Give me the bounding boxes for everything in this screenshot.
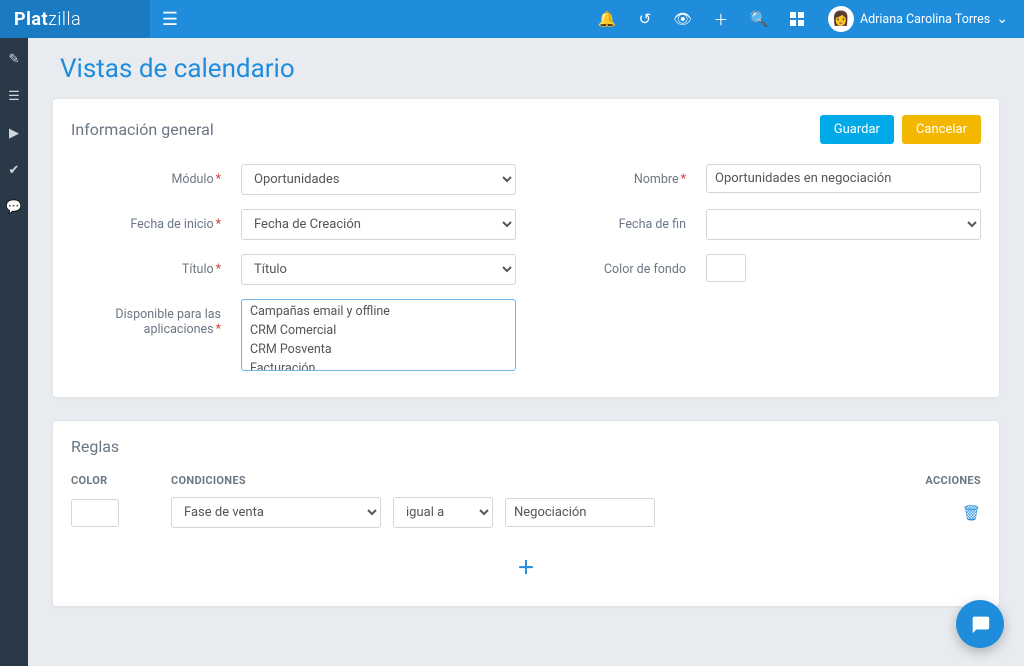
topbar-actions: 🔔 ↺ 👁 ＋ 🔍 👩 Adriana Carolina Torres ⌄ xyxy=(590,0,1024,38)
rules-header-color: COLOR xyxy=(71,474,171,487)
app-option[interactable]: Campañas email y offline xyxy=(242,302,515,321)
panel-rules-title: Reglas xyxy=(71,437,981,456)
user-name-label: Adriana Carolina Torres xyxy=(860,12,990,27)
user-menu[interactable]: 👩 Adriana Carolina Torres ⌄ xyxy=(818,0,1018,38)
menu-toggle-icon[interactable]: ☰ xyxy=(150,9,190,30)
rule-operator-select[interactable]: igual a xyxy=(393,497,493,528)
sidebar-item-edit-icon[interactable]: ✎ xyxy=(9,52,20,67)
label-title: Título* xyxy=(71,254,221,277)
rule-color-picker[interactable] xyxy=(71,499,119,527)
app-option[interactable]: CRM Comercial xyxy=(242,321,515,340)
label-module: Módulo* xyxy=(71,164,221,187)
sidebar-item-list-icon[interactable]: ☰ xyxy=(8,89,20,104)
panel-general-info-title: Información general xyxy=(71,120,214,139)
label-start-date: Fecha de inicio* xyxy=(71,209,221,232)
select-module[interactable]: Oportunidades xyxy=(241,164,516,195)
panel-general-info: Información general Guardar Cancelar Mód… xyxy=(52,98,1000,398)
input-bgcolor[interactable] xyxy=(706,254,746,282)
sidebar-item-check-icon[interactable]: ✔ xyxy=(9,163,20,178)
sidebar-item-play-icon[interactable]: ▶ xyxy=(9,126,19,141)
chat-bubble-icon xyxy=(969,613,991,635)
rules-header-actions: ACCIONES xyxy=(901,474,981,487)
app-option[interactable]: CRM Posventa xyxy=(242,340,515,359)
label-name: Nombre* xyxy=(536,164,686,187)
add-icon[interactable]: ＋ xyxy=(704,0,738,38)
app-option[interactable]: Facturación xyxy=(242,359,515,371)
save-button[interactable]: Guardar xyxy=(820,115,894,144)
label-bgcolor: Color de fondo xyxy=(536,254,686,277)
chat-fab[interactable] xyxy=(956,600,1004,648)
brand-logo-strong: Plat xyxy=(14,9,48,30)
input-name[interactable] xyxy=(706,164,981,193)
multiselect-apps[interactable]: Campañas email y offline CRM Comercial C… xyxy=(241,299,516,371)
chevron-down-icon: ⌄ xyxy=(996,11,1008,27)
rule-field-select[interactable]: Fase de venta xyxy=(171,497,381,528)
select-title[interactable]: Título xyxy=(241,254,516,285)
visibility-icon[interactable]: 👁 xyxy=(666,0,700,38)
add-rule-button[interactable]: ＋ xyxy=(517,554,535,580)
select-start-date[interactable]: Fecha de Creación xyxy=(241,209,516,240)
history-icon[interactable]: ↺ xyxy=(628,0,662,38)
cancel-button[interactable]: Cancelar xyxy=(902,115,981,144)
label-apps: Disponible para las aplicaciones* xyxy=(71,299,221,337)
notifications-icon[interactable]: 🔔 xyxy=(590,0,624,38)
rule-row: Fase de venta igual a 🗑 xyxy=(71,497,981,528)
page-title: Vistas de calendario xyxy=(60,54,1000,84)
rule-delete-icon[interactable]: 🗑 xyxy=(962,504,981,522)
select-end-date[interactable] xyxy=(706,209,981,240)
rule-value-input[interactable] xyxy=(505,498,655,527)
sidebar-item-chat-icon[interactable]: 💬 xyxy=(6,200,22,215)
main-content: Vistas de calendario Información general… xyxy=(28,38,1024,666)
search-icon[interactable]: 🔍 xyxy=(742,0,776,38)
brand-logo-thin: zilla xyxy=(48,9,81,30)
apps-icon[interactable] xyxy=(780,0,814,38)
label-end-date: Fecha de fin xyxy=(536,209,686,232)
rules-header: COLOR CONDICIONES ACCIONES xyxy=(71,474,981,487)
panel-rules: Reglas COLOR CONDICIONES ACCIONES Fase d… xyxy=(52,420,1000,607)
left-sidebar: ✎ ☰ ▶ ✔ 💬 xyxy=(0,38,28,666)
brand-logo[interactable]: Platzilla xyxy=(0,0,150,38)
avatar: 👩 xyxy=(828,6,854,32)
rules-header-conditions: CONDICIONES xyxy=(171,474,901,487)
topbar: Platzilla ☰ 🔔 ↺ 👁 ＋ 🔍 👩 Adriana Carolina… xyxy=(0,0,1024,38)
